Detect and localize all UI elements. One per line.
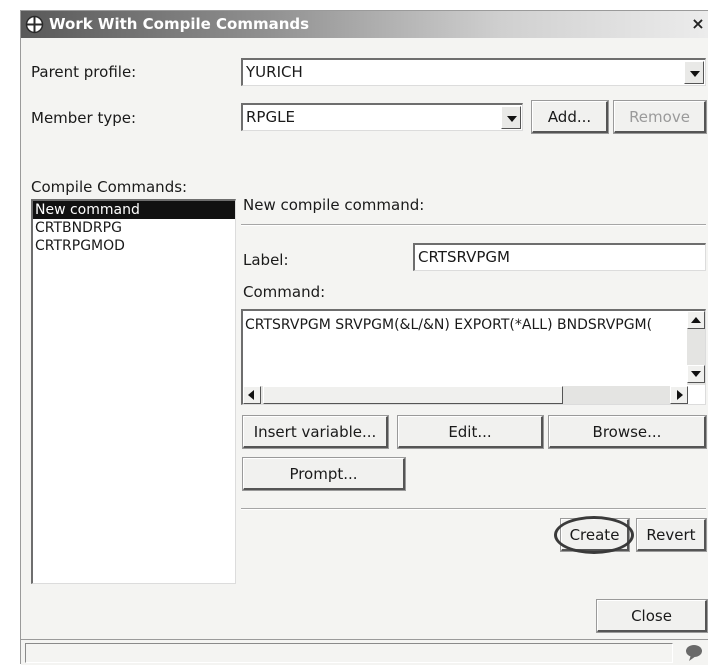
insert-variable-button[interactable]: Insert variable... (242, 415, 389, 449)
horizontal-scroll-thumb[interactable] (263, 386, 563, 404)
edit-button[interactable]: Edit... (397, 415, 544, 449)
parent-profile-value: YURICH (246, 63, 303, 81)
parent-profile-combo[interactable]: YURICH (241, 58, 706, 86)
revert-button[interactable]: Revert (636, 518, 707, 552)
list-item-crtbndrpg[interactable]: CRTBNDRPG (33, 219, 235, 237)
scroll-down-icon[interactable] (687, 365, 705, 383)
vertical-scrollbar[interactable] (687, 311, 705, 385)
window-title: Work With Compile Commands (49, 15, 310, 33)
add-button[interactable]: Add... (531, 100, 609, 134)
editor-heading: New compile command: (243, 196, 425, 214)
label-input[interactable]: CRTSRVPGM (413, 243, 706, 271)
status-bar (21, 639, 708, 665)
command-text: CRTSRVPGM SRVPGM(&L/&N) EXPORT(*ALL) BND… (245, 317, 653, 333)
label-caption: Label: (243, 251, 289, 269)
browse-button[interactable]: Browse... (548, 415, 707, 449)
scroll-left-icon[interactable] (243, 386, 261, 404)
member-type-combo[interactable]: RPGLE (241, 103, 523, 131)
command-textarea[interactable]: CRTSRVPGM SRVPGM(&L/&N) EXPORT(*ALL) BND… (241, 309, 706, 405)
editor-separator-top (241, 224, 706, 226)
status-message-field (25, 643, 673, 663)
member-type-value: RPGLE (246, 108, 295, 126)
title-bar[interactable]: Work With Compile Commands × (21, 11, 708, 38)
scroll-right-icon[interactable] (670, 386, 688, 404)
compile-commands-dialog: Work With Compile Commands × Parent prof… (20, 10, 708, 665)
compile-commands-list[interactable]: New command CRTBNDRPG CRTRPGMOD (31, 199, 236, 584)
member-type-label: Member type: (31, 109, 137, 127)
speech-bubble-icon[interactable] (683, 643, 705, 663)
list-item-crtrpgmod[interactable]: CRTRPGMOD (33, 237, 235, 255)
chevron-down-icon[interactable] (501, 106, 521, 129)
parent-profile-label: Parent profile: (31, 63, 137, 81)
scroll-up-icon[interactable] (687, 311, 705, 329)
horizontal-scrollbar[interactable] (243, 386, 688, 404)
label-input-value: CRTSRVPGM (418, 248, 510, 266)
chevron-down-icon[interactable] (684, 61, 704, 84)
remove-button[interactable]: Remove (613, 100, 707, 134)
command-caption: Command: (243, 283, 326, 301)
editor-separator-bottom (241, 508, 706, 510)
crosshair-circle-icon (25, 15, 44, 34)
list-item-new-command[interactable]: New command (33, 201, 235, 219)
create-button[interactable]: Create (560, 518, 630, 552)
close-window-button[interactable]: × (689, 15, 707, 33)
compile-commands-label: Compile Commands: (31, 178, 188, 196)
prompt-button[interactable]: Prompt... (242, 457, 406, 491)
close-button[interactable]: Close (596, 599, 708, 633)
